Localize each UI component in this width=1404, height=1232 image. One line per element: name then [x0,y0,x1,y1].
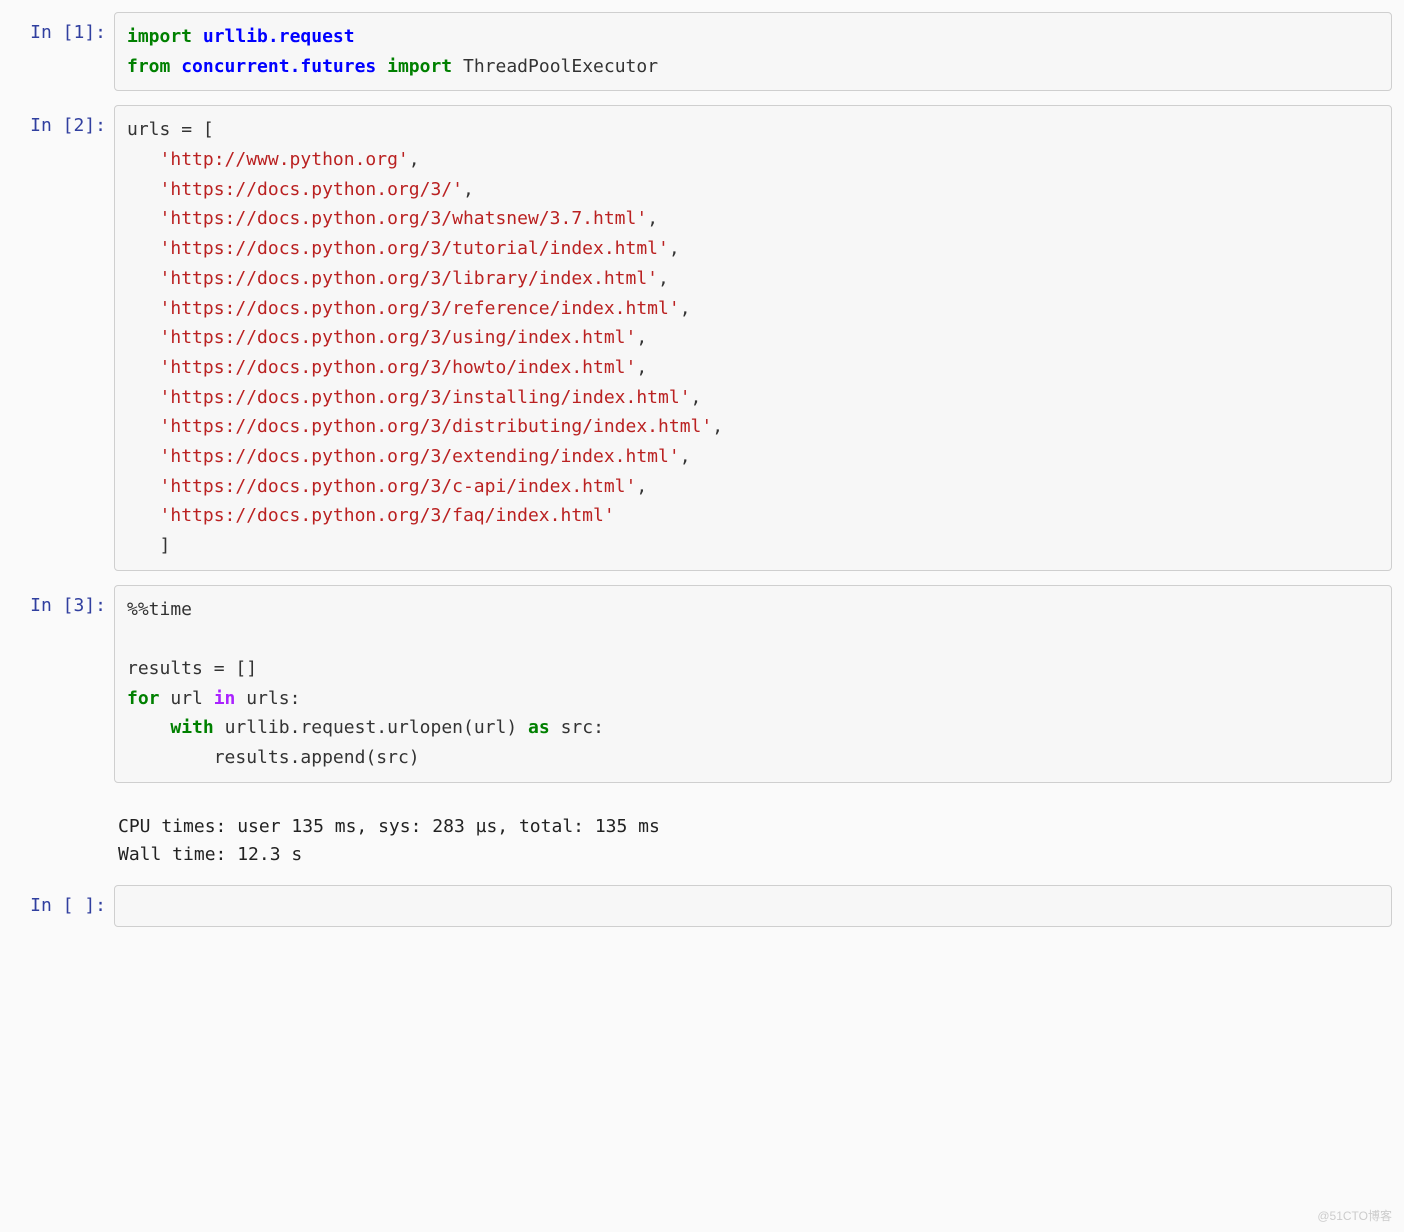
code-input[interactable]: import urllib.request from concurrent.fu… [114,12,1392,91]
code-input[interactable]: urls = [ 'http://www.python.org', 'https… [114,105,1392,570]
output-prompt [12,811,114,821]
notebook-cell: In [ ]: [12,885,1392,927]
notebook-cell: In [1]: import urllib.request from concu… [12,12,1392,91]
watermark-text: @51CTO博客 [1317,1207,1392,1224]
input-prompt: In [2]: [12,105,114,136]
notebook-cell: In [3]: %%time results = [] for url in u… [12,585,1392,783]
stdout-output: CPU times: user 135 ms, sys: 283 µs, tot… [114,811,1392,871]
notebook-output-cell: CPU times: user 135 ms, sys: 283 µs, tot… [12,811,1392,871]
code-input[interactable]: %%time results = [] for url in urls: wit… [114,585,1392,783]
input-prompt: In [ ]: [12,885,114,916]
input-prompt: In [1]: [12,12,114,43]
notebook-cell: In [2]: urls = [ 'http://www.python.org'… [12,105,1392,570]
input-prompt: In [3]: [12,585,114,616]
code-input[interactable] [114,885,1392,927]
